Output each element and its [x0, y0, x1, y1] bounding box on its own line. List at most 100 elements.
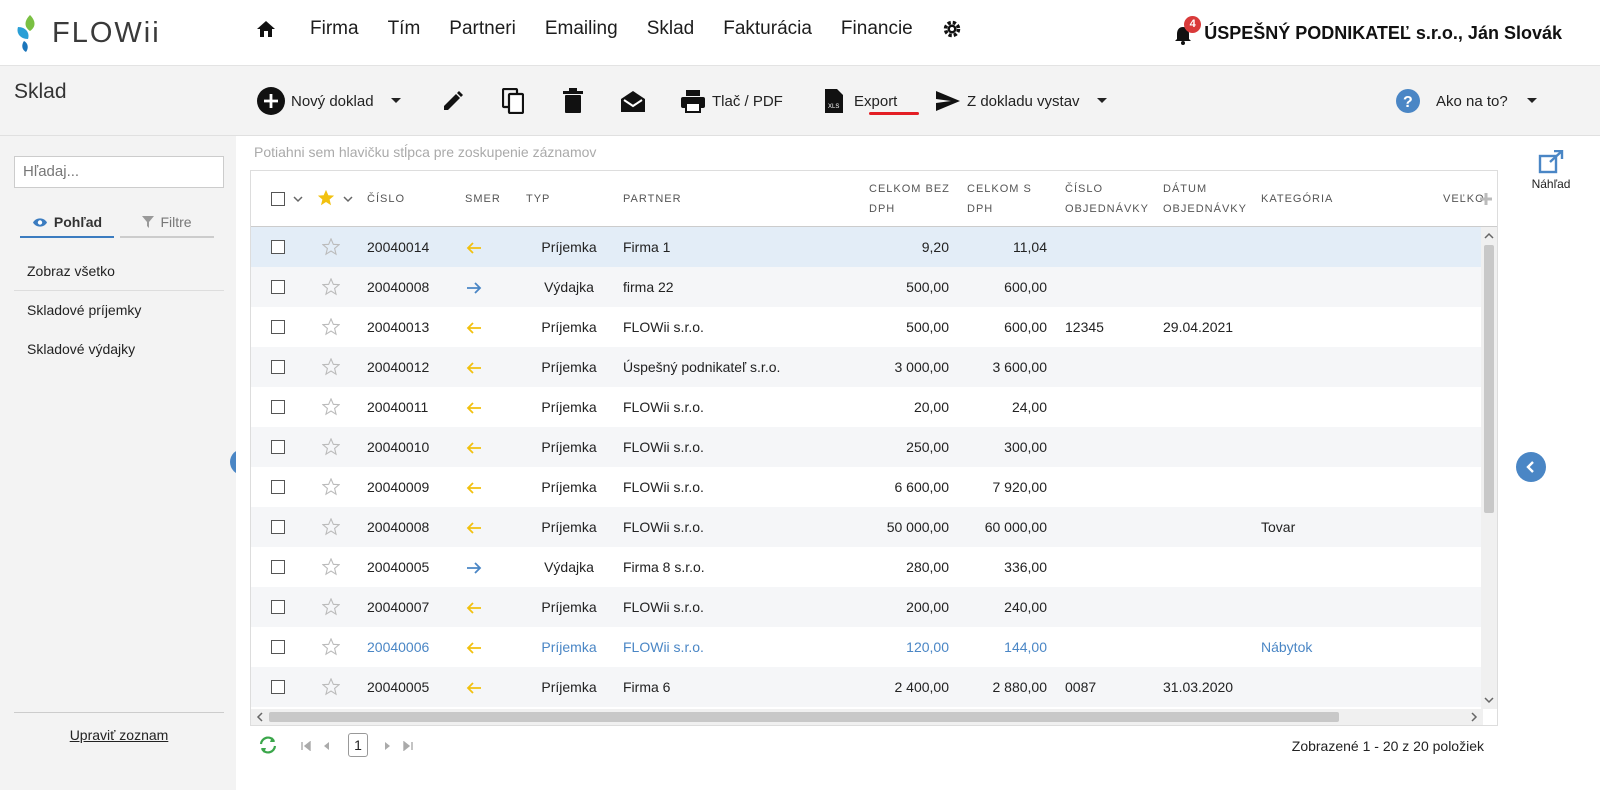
view-item-receipts[interactable]: Skladové príjemky	[14, 291, 224, 330]
preview-button[interactable]: Náhľad	[1506, 149, 1596, 191]
first-page-icon[interactable]	[300, 741, 312, 751]
refresh-icon[interactable]	[258, 736, 278, 754]
tab-filters[interactable]: Filtre	[120, 208, 214, 238]
company-user-name[interactable]: ÚSPEŠNÝ PODNIKATEĽ s.r.o., Ján Slovák	[1204, 23, 1562, 44]
row-checkbox[interactable]	[271, 360, 285, 374]
col-header-category[interactable]: KATEGÓRIA	[1261, 171, 1333, 227]
scroll-left-icon[interactable]	[253, 709, 267, 725]
current-page[interactable]: 1	[348, 733, 368, 757]
main-nav: Firma Tím Partneri Emailing Sklad Faktur…	[256, 18, 964, 40]
logo[interactable]: FLOWii	[14, 12, 161, 54]
chevron-down-icon[interactable]	[343, 196, 353, 203]
row-checkbox[interactable]	[271, 640, 285, 654]
table-row[interactable]: 20040005 Výdajka Firma 8 s.r.o. 280,00 336,0…	[251, 547, 1483, 587]
help-button[interactable]: ? Ako na to?	[1396, 86, 1538, 116]
star-outline-icon[interactable]	[322, 518, 340, 536]
previous-page-icon[interactable]	[322, 741, 332, 751]
issue-from-document-button[interactable]: Z dokladu vystav	[935, 86, 1108, 116]
chevron-down-icon[interactable]	[293, 196, 303, 203]
col-header-order-date[interactable]: DÁTUM OBJEDNÁVKY	[1163, 171, 1255, 227]
view-item-all[interactable]: Zobraz všetko	[14, 252, 224, 291]
next-page-icon[interactable]	[382, 741, 392, 751]
row-checkbox[interactable]	[271, 600, 285, 614]
col-header-total-inc[interactable]: CELKOM S DPH	[967, 171, 1037, 227]
edit-button[interactable]	[441, 86, 465, 116]
horizontal-scrollbar[interactable]	[251, 709, 1483, 725]
star-outline-icon[interactable]	[322, 598, 340, 616]
table-row[interactable]: 20040005 Príjemka Firma 6 2 400,00 2 880,00 0…	[251, 667, 1483, 707]
scroll-right-icon[interactable]	[1467, 709, 1481, 725]
nav-item-partneri[interactable]: Partneri	[449, 18, 516, 40]
chevron-down-icon[interactable]	[1526, 97, 1538, 105]
edit-list-link[interactable]: Upraviť zoznam	[14, 712, 224, 743]
select-all-checkbox[interactable]	[271, 192, 285, 206]
star-outline-icon[interactable]	[322, 478, 340, 496]
last-page-icon[interactable]	[402, 741, 414, 751]
scroll-up-icon[interactable]	[1481, 229, 1497, 243]
horizontal-scroll-thumb[interactable]	[269, 712, 1339, 722]
star-outline-icon[interactable]	[322, 358, 340, 376]
nav-item-tim[interactable]: Tím	[388, 18, 421, 40]
tab-view[interactable]: Pohľad	[20, 208, 114, 238]
table-row[interactable]: 20040011 Príjemka FLOWii s.r.o. 20,00 24,00	[251, 387, 1483, 427]
star-outline-icon[interactable]	[322, 678, 340, 696]
star-filled-icon[interactable]	[317, 189, 335, 207]
vertical-scroll-thumb[interactable]	[1484, 245, 1494, 513]
gear-icon[interactable]	[942, 18, 964, 40]
chevron-down-icon[interactable]	[1096, 97, 1108, 105]
home-icon[interactable]	[256, 18, 278, 40]
star-outline-icon[interactable]	[322, 638, 340, 656]
chevron-down-icon[interactable]	[390, 97, 402, 105]
row-checkbox[interactable]	[271, 560, 285, 574]
add-column-icon[interactable]	[1479, 192, 1493, 206]
table-row[interactable]: 20040006 Príjemka FLOWii s.r.o. 120,00 144,0…	[251, 627, 1483, 667]
new-document-button[interactable]: Nový doklad	[257, 86, 402, 116]
col-header-total-ex[interactable]: CELKOM BEZ DPH	[869, 171, 951, 227]
col-header-number[interactable]: ČÍSLO	[367, 171, 405, 227]
star-outline-icon[interactable]	[322, 278, 340, 296]
print-pdf-button[interactable]: Tlač / PDF	[680, 86, 783, 116]
arrow-left-icon	[466, 482, 481, 494]
table-row[interactable]: 20040008 Príjemka FLOWii s.r.o. 50 000,00 60…	[251, 507, 1483, 547]
table-row[interactable]: 20040012 Príjemka Úspešný podnikateľ s.r.o…	[251, 347, 1483, 387]
row-checkbox[interactable]	[271, 440, 285, 454]
copy-button[interactable]	[502, 86, 524, 116]
table-row[interactable]: 20040007 Príjemka FLOWii s.r.o. 200,00 240,0…	[251, 587, 1483, 627]
star-outline-icon[interactable]	[322, 318, 340, 336]
star-outline-icon[interactable]	[322, 238, 340, 256]
group-by-hint[interactable]: Potiahni sem hlavičku stĺpca pre zoskupe…	[254, 144, 596, 160]
email-button[interactable]	[620, 86, 646, 116]
col-header-type[interactable]: TYP	[526, 171, 550, 227]
row-checkbox[interactable]	[271, 320, 285, 334]
view-item-issues[interactable]: Skladové výdajky	[14, 330, 224, 369]
star-outline-icon[interactable]	[322, 438, 340, 456]
row-checkbox[interactable]	[271, 480, 285, 494]
star-outline-icon[interactable]	[322, 558, 340, 576]
table-row[interactable]: 20040008 Výdajka firma 22 500,00 600,00	[251, 267, 1483, 307]
col-header-order-number[interactable]: ČÍSLO OBJEDNÁVKY	[1065, 171, 1157, 227]
scroll-down-icon[interactable]	[1481, 693, 1497, 707]
row-checkbox[interactable]	[271, 400, 285, 414]
vertical-scrollbar[interactable]	[1481, 227, 1497, 709]
expand-preview-button[interactable]	[1516, 452, 1546, 482]
nav-item-sklad[interactable]: Sklad	[647, 18, 695, 40]
notification-bell-icon[interactable]: 4	[1174, 16, 1202, 45]
tab-view-label: Pohľad	[53, 214, 103, 230]
table-row[interactable]: 20040013 Príjemka FLOWii s.r.o. 500,00 600,0…	[251, 307, 1483, 347]
nav-item-firma[interactable]: Firma	[310, 18, 359, 40]
search-input[interactable]: Hľadaj...	[14, 156, 224, 188]
row-checkbox[interactable]	[271, 240, 285, 254]
col-header-direction[interactable]: SMER	[465, 171, 501, 227]
delete-button[interactable]	[563, 86, 583, 116]
table-row[interactable]: 20040014 Príjemka Firma 1 9,20 11,04	[251, 227, 1483, 267]
table-row[interactable]: 20040009 Príjemka FLOWii s.r.o. 6 600,00 7 9…	[251, 467, 1483, 507]
nav-item-financie[interactable]: Financie	[841, 18, 913, 40]
star-outline-icon[interactable]	[322, 398, 340, 416]
nav-item-fakturacia[interactable]: Fakturácia	[723, 18, 812, 40]
col-header-partner[interactable]: PARTNER	[623, 171, 682, 227]
table-row[interactable]: 20040010 Príjemka FLOWii s.r.o. 250,00 300,0…	[251, 427, 1483, 467]
row-checkbox[interactable]	[271, 280, 285, 294]
nav-item-emailing[interactable]: Emailing	[545, 18, 618, 40]
row-checkbox[interactable]	[271, 680, 285, 694]
row-checkbox[interactable]	[271, 520, 285, 534]
